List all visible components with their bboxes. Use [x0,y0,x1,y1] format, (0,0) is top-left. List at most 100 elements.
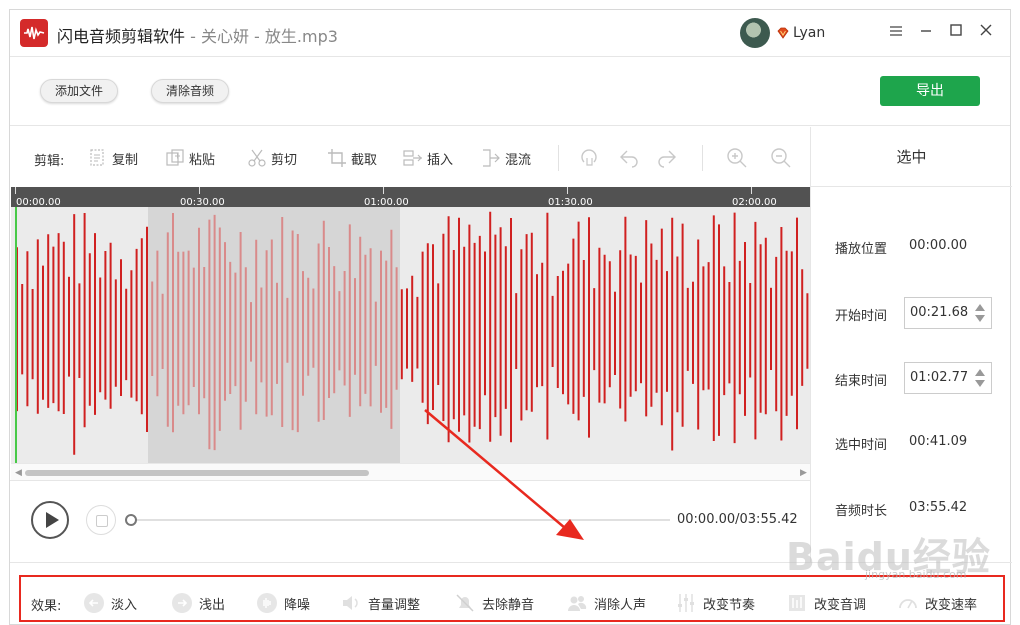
fade-in-icon [83,592,105,614]
fade-out-icon [171,592,193,614]
vip-diamond-icon [777,27,789,39]
scroll-left-arrow-icon[interactable]: ◀ [15,468,22,478]
play-button[interactable] [31,501,69,539]
waveform-area[interactable] [11,207,810,463]
insert-button[interactable]: 插入 [403,146,453,170]
start-time-label: 开始时间 [835,309,888,324]
zoom-in-icon[interactable] [726,147,748,169]
change-speed-label: 改变速率 [925,597,978,613]
volume-icon [340,592,362,614]
transport-bar: 00:00.00/03:55.42 [10,480,810,560]
users-icon [566,592,588,614]
crop-icon [327,148,347,168]
ruler-tick [751,187,752,194]
waveform[interactable] [11,207,810,463]
denoise-button[interactable]: 降噪 [256,591,310,615]
top-toolbar: 添加文件 清除音频 导出 [10,56,1010,126]
copy-button[interactable]: 复制 [88,146,138,170]
end-time-stepper[interactable]: 01:02.77 [904,362,992,394]
ruler-tick [383,187,384,194]
end-time-label: 结束时间 [835,374,888,389]
volume-adjust-label: 音量调整 [368,597,421,613]
edit-toolbar: 剪辑: 复制 粘贴 剪切 截取 插入 混流 [10,127,810,187]
export-button[interactable]: 导出 [880,76,980,106]
panel-title: 选中 [811,127,1012,187]
zoom-out-icon[interactable] [770,147,792,169]
play-position-value: 00:00.00 [909,238,968,253]
trim-label: 截取 [351,152,378,168]
change-tempo-label: 改变节奏 [703,597,756,613]
horizontal-scrollbar[interactable]: ◀ ▶ [11,463,810,480]
fade-in-button[interactable]: 淡入 [83,591,137,615]
close-icon[interactable] [976,22,996,42]
chevron-down-icon[interactable] [975,380,985,387]
fade-out-button[interactable]: 浅出 [171,591,225,615]
change-tempo-button[interactable]: 改变节奏 [675,591,755,615]
app-logo [20,19,48,47]
mix-button[interactable]: 混流 [481,146,531,170]
change-pitch-button[interactable]: 改变音调 [786,591,866,615]
watermark-url: jingyan.baidu.com [865,568,967,581]
ruler-tick [567,187,568,194]
toolbar-divider [558,145,559,171]
remove-silence-label: 去除静音 [482,597,535,613]
mix-label: 混流 [505,152,532,168]
user-avatar[interactable] [740,18,770,48]
copy-icon [88,148,108,168]
timeline-ruler[interactable]: 00:00.00 00:30.00 01:00.00 01:30.00 02:0… [11,187,810,208]
undo-icon[interactable] [618,147,640,169]
trim-button[interactable]: 截取 [327,146,377,170]
remove-silence-button[interactable]: 去除静音 [454,591,534,615]
username[interactable]: Lyan [793,25,825,41]
progress-knob[interactable] [125,514,137,526]
scroll-right-arrow-icon[interactable]: ▶ [800,468,807,478]
selection-duration-value: 00:41.09 [909,434,968,449]
insert-icon [403,148,423,168]
stop-button[interactable] [86,505,116,535]
time-readout: 00:00.00/03:55.42 [677,512,798,527]
paste-icon [165,148,185,168]
remove-vocals-label: 消除人声 [594,597,647,613]
start-time-stepper[interactable]: 00:21.68 [904,297,992,329]
reset-icon[interactable] [578,147,600,169]
clear-audio-button[interactable]: 清除音频 [151,79,230,103]
end-time-value[interactable]: 01:02.77 [910,370,968,385]
chevron-up-icon[interactable] [975,369,985,376]
insert-label: 插入 [427,152,454,168]
scrollbar-thumb[interactable] [25,470,369,476]
cut-label: 剪切 [271,152,298,168]
app-name: 闪电音频剪辑软件 [57,27,186,46]
chevron-up-icon[interactable] [975,304,985,311]
audio-duration-label: 音频时长 [835,504,888,519]
title-separator: - [185,27,201,46]
cut-button[interactable]: 剪切 [247,146,297,170]
menu-icon[interactable] [886,22,906,42]
redo-icon[interactable] [656,147,678,169]
change-speed-button[interactable]: 改变速率 [897,591,977,615]
effects-label: 效果: [31,599,62,614]
chevron-down-icon[interactable] [975,315,985,322]
maximize-icon[interactable] [946,22,966,42]
playhead[interactable] [15,207,17,463]
paste-label: 粘贴 [189,152,216,168]
window-title: 闪电音频剪辑软件 - 关心妍 - 放生.mp3 [57,23,338,47]
scissors-icon [247,148,267,168]
remove-vocals-button[interactable]: 消除人声 [566,591,646,615]
start-time-value[interactable]: 00:21.68 [910,305,968,320]
denoise-label: 降噪 [284,597,311,613]
mute-bell-icon [454,592,476,614]
volume-adjust-button[interactable]: 音量调整 [340,591,420,615]
denoise-icon [256,592,278,614]
sliders-icon [675,592,697,614]
title-bar: 闪电音频剪辑软件 - 关心妍 - 放生.mp3 Lyan [10,10,1010,56]
progress-track[interactable] [132,519,670,521]
add-file-button[interactable]: 添加文件 [40,79,119,103]
minimize-icon[interactable] [916,22,936,42]
change-pitch-label: 改变音调 [814,597,867,613]
ruler-tick [15,187,16,194]
fade-out-label: 浅出 [199,597,226,613]
current-file-name: 关心妍 - 放生.mp3 [200,27,338,46]
play-position-label: 播放位置 [835,242,888,257]
paste-button[interactable]: 粘贴 [165,146,215,170]
selection-duration-label: 选中时间 [835,438,888,453]
